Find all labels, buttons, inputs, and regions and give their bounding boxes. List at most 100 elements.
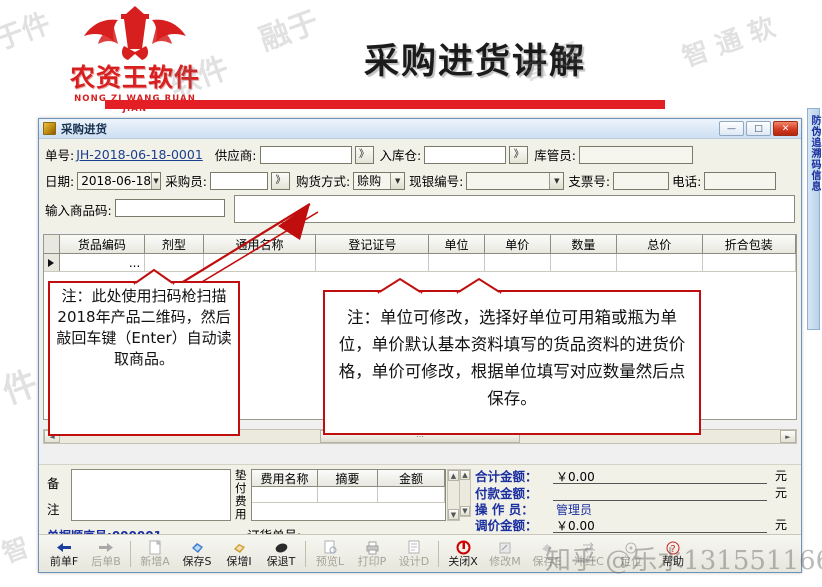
- toolbar-next-button[interactable]: 后单B: [85, 539, 127, 568]
- close-button[interactable]: ✕: [773, 121, 798, 136]
- scroll-right-icon[interactable]: ►: [780, 430, 796, 443]
- cash-no-select[interactable]: ▼: [466, 171, 565, 190]
- grid-col-6[interactable]: 数量: [551, 235, 617, 253]
- fee-header-row: 费用名称 摘要 金额: [252, 470, 445, 487]
- fee-cell-name[interactable]: [252, 487, 318, 502]
- barcode-input[interactable]: [114, 199, 225, 217]
- payment-value[interactable]: [553, 485, 767, 501]
- toolbar-label: 保存S: [182, 555, 212, 568]
- grid-col-2[interactable]: 通用名称: [204, 235, 317, 253]
- scroll-down-icon[interactable]: ▼: [448, 509, 459, 520]
- warehouse-input[interactable]: [424, 145, 507, 164]
- fee-row[interactable]: [252, 487, 445, 503]
- callout-right-tail-2: [456, 277, 502, 295]
- cell-total[interactable]: [617, 254, 703, 271]
- row-selector[interactable]: [44, 254, 60, 271]
- operator-value: 管理员: [556, 502, 593, 517]
- buyer-lookup-button[interactable]: 》: [270, 171, 290, 190]
- total-amount-value: ￥0.00: [553, 468, 767, 484]
- scroll-up-icon[interactable]: ▲: [448, 470, 459, 481]
- fee-col-2[interactable]: 金额: [378, 470, 445, 486]
- pay-method-label: 购货方式:: [295, 174, 351, 189]
- phone-label: 电话:: [672, 174, 702, 189]
- toolbar-modify-button[interactable]: 修改M: [484, 539, 526, 568]
- grid-col-0[interactable]: 货品编码: [60, 235, 146, 253]
- toolbar-prev-button[interactable]: 前单F: [43, 539, 85, 568]
- grid-col-4[interactable]: 单位: [429, 235, 485, 253]
- grid-col-7[interactable]: 总价: [617, 235, 703, 253]
- annotation-callout-right: 注：单位可修改，选择好单位可用箱或瓶为单位，单价默认基本资料填写的货品资料的进货…: [323, 290, 701, 435]
- grid-col-1[interactable]: 剂型: [145, 235, 204, 253]
- date-picker[interactable]: 2018-06-18 ▼: [77, 171, 162, 190]
- toolbar-save2-button[interactable]: 保存E: [526, 539, 568, 568]
- maximize-button[interactable]: □: [746, 121, 771, 136]
- toolbar-save-add-button[interactable]: 保增I: [218, 539, 260, 568]
- total-row-adjust: 调价金额： ￥0.00 元: [475, 516, 787, 533]
- toolbar-close-button[interactable]: 关闭X: [442, 539, 484, 568]
- grid-col-5[interactable]: 单价: [485, 235, 551, 253]
- locate-icon: [610, 539, 652, 556]
- bottom-toolbar: 前单F 后单B 新增A 保存S 保增I 保退T 预览L 打印P 设计D 关闭X …: [39, 534, 801, 572]
- window-titlebar[interactable]: 采购进货 — □ ✕: [39, 119, 801, 139]
- grid-header-row: 货品编码 剂型 通用名称 登记证号 单位 单价 数量 总价 折合包装: [44, 235, 796, 254]
- reverse-icon: [568, 539, 610, 556]
- toolbar-save-exit-button[interactable]: 保退T: [260, 539, 302, 568]
- total-row-amount: 合计金额： ￥0.00 元: [475, 467, 787, 484]
- toolbar-locate-button[interactable]: 定位: [610, 539, 652, 568]
- toolbar-design-button[interactable]: 设计D: [393, 539, 435, 568]
- cell-reg-no[interactable]: [316, 254, 430, 271]
- toolbar-save-button[interactable]: 保存S: [176, 539, 218, 568]
- fee-col-1[interactable]: 摘要: [318, 470, 378, 486]
- scan-memo-box[interactable]: [233, 195, 795, 223]
- preview-icon: [309, 539, 351, 556]
- page-title: 采购进货讲解: [363, 42, 586, 82]
- adjust-label: 调价金额：: [475, 518, 538, 533]
- save2-icon: [526, 539, 568, 556]
- minimize-button[interactable]: —: [719, 121, 744, 136]
- supplier-lookup-button[interactable]: 》: [354, 145, 374, 164]
- close-circle-icon: [442, 539, 484, 556]
- save-icon: [176, 539, 218, 556]
- toolbar-label: 修改M: [489, 555, 521, 568]
- annotation-callout-left: 注：此处使用扫码枪扫描2018年产品二维码，然后敲回车键（Enter）自动读取商…: [48, 281, 240, 436]
- side-panel-tab[interactable]: 防伪追溯码信息: [807, 108, 820, 330]
- supplier-input[interactable]: [259, 145, 352, 164]
- toolbar-preview-button[interactable]: 预览L: [309, 539, 351, 568]
- grid-col-3[interactable]: 登记证号: [316, 235, 430, 253]
- buyer-input[interactable]: [209, 171, 268, 190]
- cell-unit[interactable]: [429, 254, 485, 271]
- toolbar-print-button[interactable]: 打印P: [351, 539, 393, 568]
- cell-pack[interactable]: [703, 254, 796, 271]
- check-no-label: 支票号:: [568, 174, 611, 189]
- keeper-input[interactable]: [578, 145, 693, 164]
- phone-input[interactable]: [704, 171, 777, 190]
- svg-text:?: ?: [670, 544, 675, 555]
- bill-no-label: 单号:: [45, 148, 75, 163]
- fee-col-0[interactable]: 费用名称: [252, 470, 318, 486]
- toolbar-label: 前单F: [49, 555, 79, 568]
- fee-cell-amount[interactable]: [378, 487, 445, 502]
- grid-col-8[interactable]: 折合包装: [703, 235, 796, 253]
- save-exit-icon: [260, 539, 302, 556]
- chevron-down-icon[interactable]: ▼: [390, 172, 405, 189]
- chevron-down-icon[interactable]: ▼: [549, 172, 564, 189]
- warehouse-lookup-button[interactable]: 》: [509, 145, 529, 164]
- cell-name[interactable]: [204, 254, 317, 271]
- pay-method-select[interactable]: 赊购 ▼: [353, 171, 406, 190]
- save-add-icon: [218, 539, 260, 556]
- check-no-input[interactable]: [613, 171, 670, 190]
- toolbar-new-button[interactable]: 新增A: [134, 539, 176, 568]
- fee-cell-summary[interactable]: [318, 487, 378, 502]
- cell-qty[interactable]: [551, 254, 618, 271]
- scroll-up-icon[interactable]: ▲: [460, 470, 470, 480]
- memo-input[interactable]: [71, 469, 231, 521]
- toolbar-help-button[interactable]: ? 帮助: [652, 539, 694, 568]
- toolbar-reverse-button[interactable]: 冲红C: [568, 539, 610, 568]
- toolbar-separator: [438, 540, 439, 567]
- totals-scrollbar[interactable]: ▲ ▼: [459, 469, 471, 517]
- cell-price[interactable]: [485, 254, 551, 271]
- toolbar-label: 冲红C: [574, 555, 604, 568]
- chevron-down-icon[interactable]: ▼: [150, 172, 161, 189]
- logo-emblem-icon: [60, 2, 210, 64]
- scroll-down-icon[interactable]: ▼: [460, 506, 470, 516]
